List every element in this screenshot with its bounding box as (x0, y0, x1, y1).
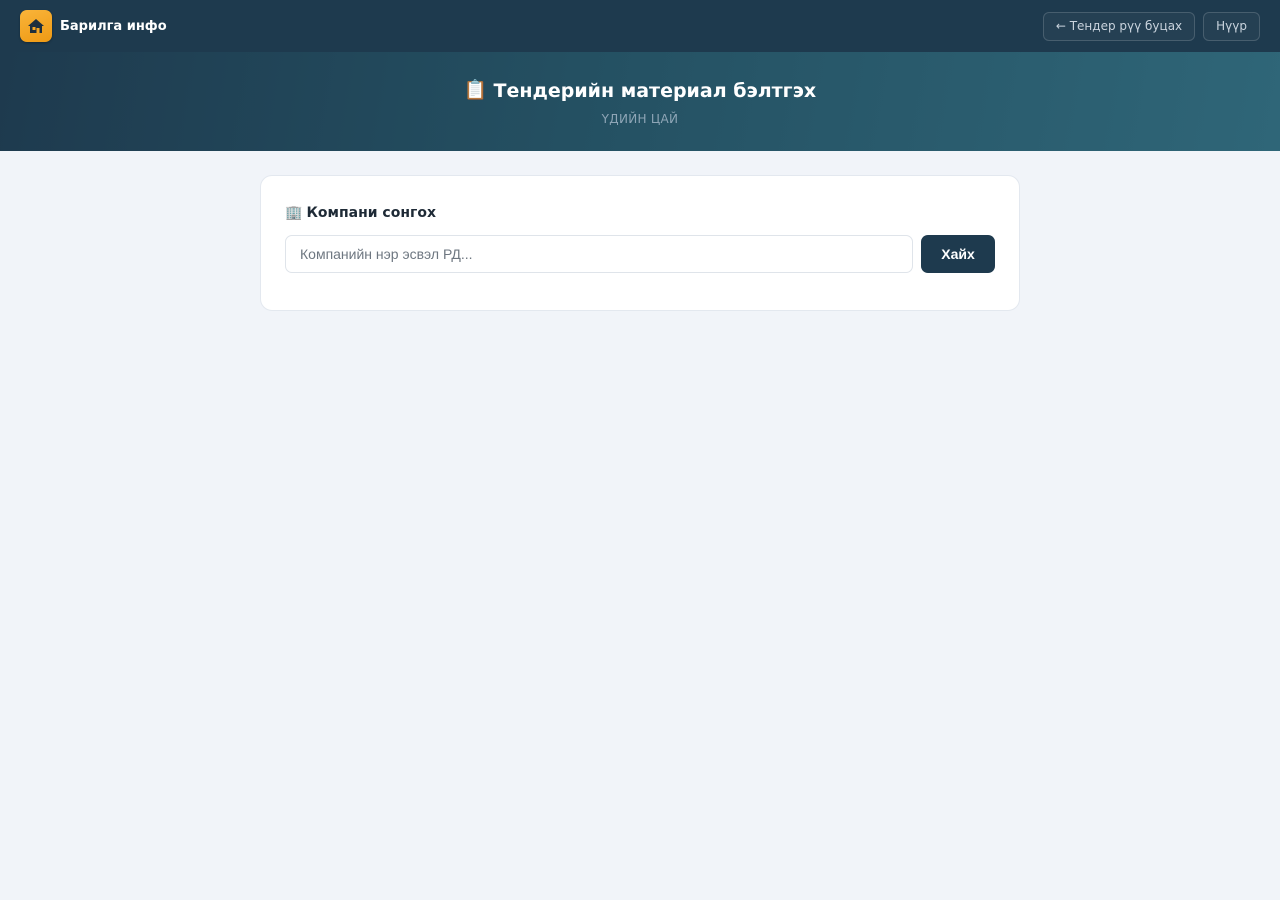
back-to-tender-button[interactable]: ← Тендер рүү буцах (1042, 11, 1196, 41)
top-navbar: Барилга инфо ← Тендер рүү буцах Нүүр (0, 0, 1280, 52)
company-select-title: 🏢 Компани сонгох (285, 202, 995, 224)
office-building-icon: 🏢 (285, 205, 303, 221)
page-title-text: Тендерийн материал бэлтгэх (493, 79, 817, 102)
nav-actions: ← Тендер рүү буцах Нүүр (1042, 11, 1260, 41)
house-icon (20, 10, 52, 42)
page-header: 📋 Тендерийн материал бэлтгэх ҮДИЙН ЦАЙ (0, 52, 1280, 151)
company-select-card: 🏢 Компани сонгох Хайх (260, 175, 1020, 311)
search-button[interactable]: Хайх (921, 235, 995, 273)
company-search-input[interactable] (285, 235, 913, 273)
company-search-row: Хайх (285, 235, 995, 273)
clipboard-icon: 📋 (463, 79, 488, 101)
page-title: 📋 Тендерийн материал бэлтгэх (464, 80, 816, 102)
page-subtitle: ҮДИЙН ЦАЙ (601, 111, 679, 126)
home-button[interactable]: Нүүр (1203, 11, 1260, 41)
brand-link[interactable]: Барилга инфо (20, 10, 167, 42)
company-select-title-text: Компани сонгох (306, 205, 436, 221)
brand-name: Барилга инфо (60, 18, 167, 34)
